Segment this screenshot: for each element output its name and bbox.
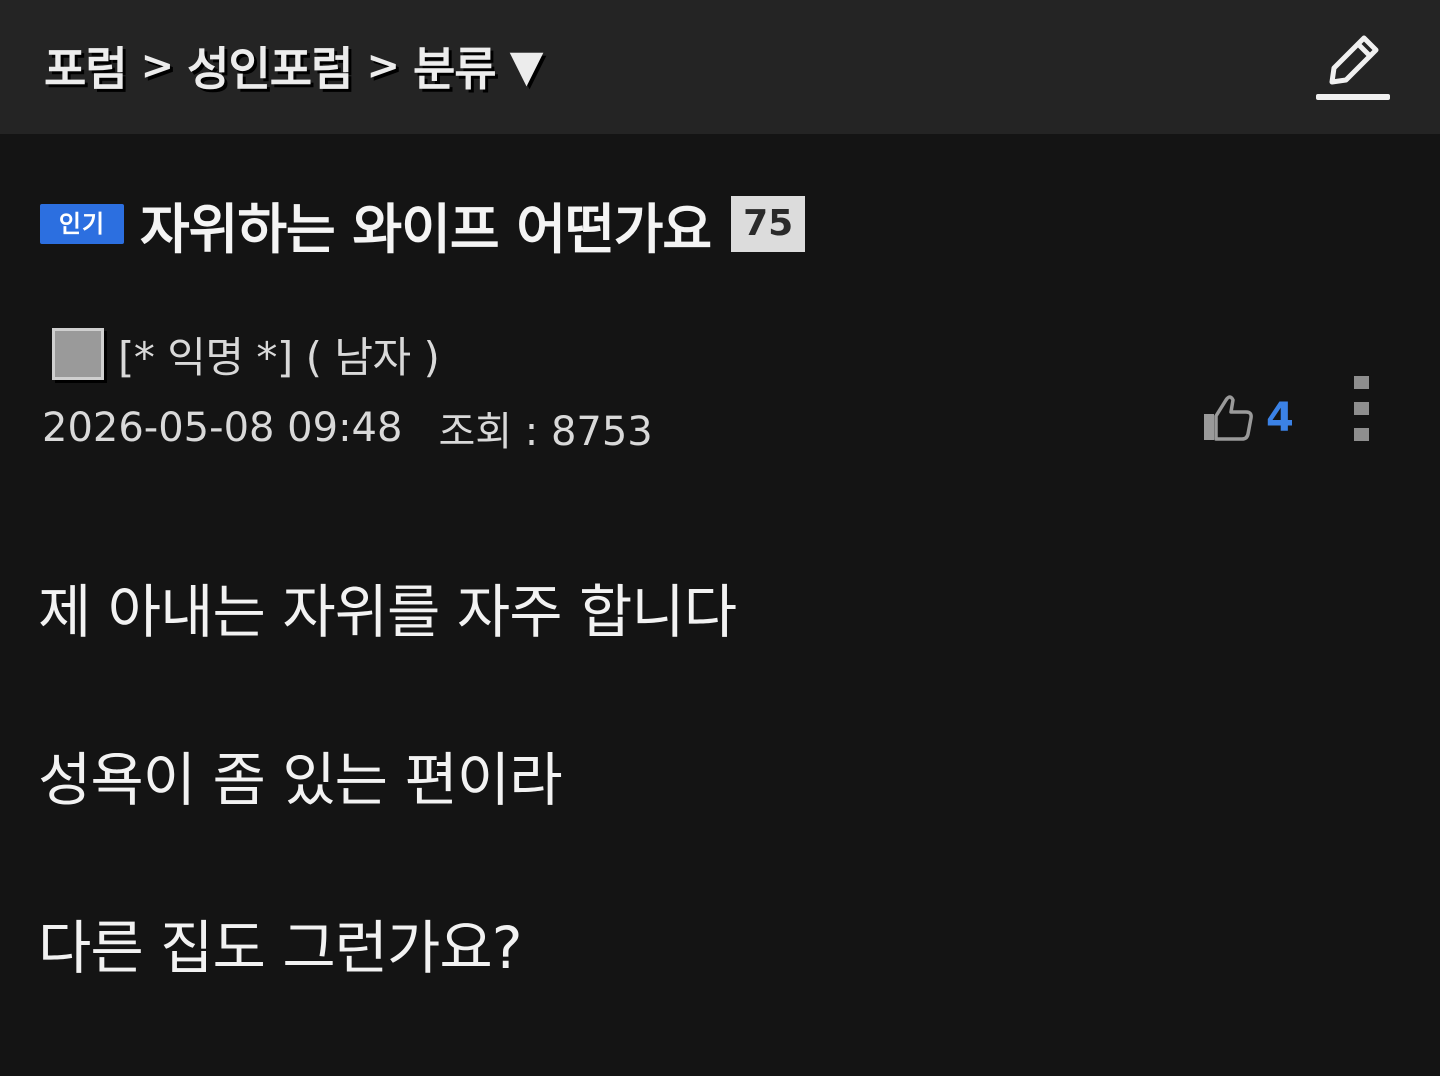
pencil-icon — [1316, 35, 1390, 100]
post-body-line: 제 아내는 자위를 자주 합니다 — [38, 578, 737, 646]
view-count: 조회 : 8753 — [438, 409, 653, 455]
more-options-button[interactable] — [1346, 370, 1378, 450]
breadcrumb-separator: > — [140, 43, 175, 89]
avatar[interactable] — [52, 328, 104, 380]
author-name[interactable]: [* 익명 *] ( 남자 ) — [118, 324, 440, 385]
more-vertical-icon — [1354, 376, 1369, 441]
breadcrumb-item-forum[interactable]: 포럼 — [44, 33, 128, 99]
post-meta: 2026-05-08 09:48 조회 : 8753 — [42, 400, 653, 456]
breadcrumb-item-adult-forum[interactable]: 성인포럼 — [187, 33, 353, 99]
top-bar: 포럼 > 성인포럼 > 분류 ▼ — [0, 0, 1440, 134]
thumbs-up-icon — [1204, 395, 1253, 441]
hot-badge: 인기 — [40, 204, 124, 244]
breadcrumb-separator: > — [366, 43, 400, 89]
comment-count-badge[interactable]: 75 — [731, 196, 806, 252]
post-date: 2026-05-08 09:48 — [42, 405, 403, 451]
post-title-row: 인기 자위하는 와이프 어떤가요 75 — [40, 188, 806, 261]
breadcrumb: 포럼 > 성인포럼 > 분류 ▼ — [44, 32, 544, 100]
post-body-line: 성욕이 좀 있는 편이라 — [38, 746, 563, 814]
dropdown-caret-icon[interactable]: ▼ — [510, 41, 544, 92]
like-button[interactable]: 4 — [1200, 388, 1294, 448]
write-post-button[interactable] — [1310, 24, 1396, 106]
post-title: 자위하는 와이프 어떤가요 — [140, 197, 712, 261]
like-count: 4 — [1266, 395, 1294, 441]
author-row: [* 익명 *] ( 남자 ) — [52, 324, 440, 385]
breadcrumb-item-category[interactable]: 분류 — [413, 33, 497, 99]
post-body: 제 아내는 자위를 자주 합니다 성욕이 좀 있는 편이라 다른 집도 그런가요… — [38, 572, 1398, 1076]
post-body-line: 다른 집도 그런가요? — [38, 914, 523, 982]
